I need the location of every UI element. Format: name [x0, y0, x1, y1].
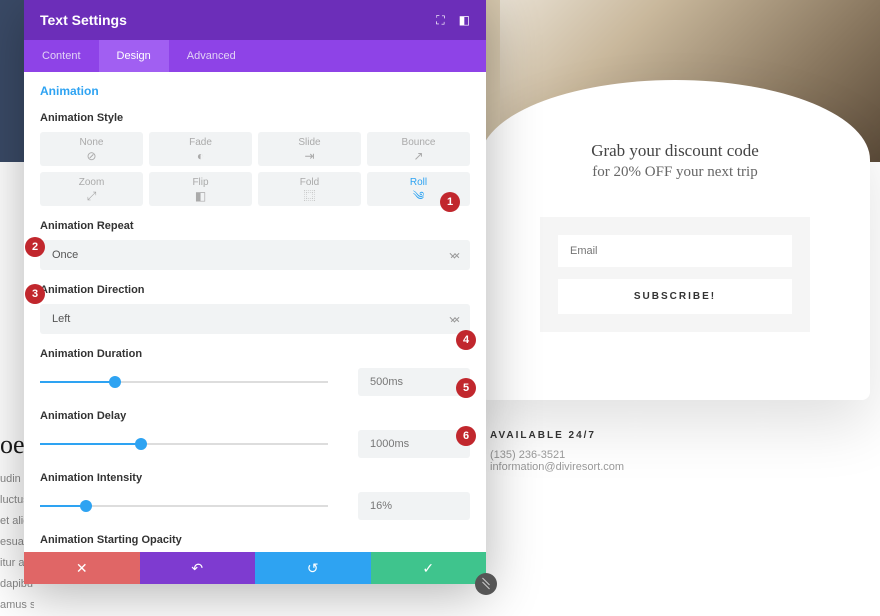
style-none[interactable]: None⊘ [40, 132, 143, 166]
delay-slider[interactable] [40, 436, 328, 452]
direction-select[interactable]: Left [40, 304, 470, 334]
animation-style-grid: None⊘ Fade◐ Slide⇥ Bounce↗ Zoom⤢ Flip◧ F… [40, 132, 470, 206]
label-style: Animation Style [40, 112, 470, 124]
label-duration: Animation Duration [40, 348, 470, 360]
style-slide[interactable]: Slide⇥ [258, 132, 361, 166]
flip-icon: ◧ [195, 190, 206, 202]
style-fade[interactable]: Fade◐ [149, 132, 252, 166]
label-opacity: Animation Starting Opacity [40, 534, 470, 546]
redo-button[interactable]: ↺ [255, 552, 371, 584]
duration-slider[interactable] [40, 374, 328, 390]
repeat-select[interactable]: Once [40, 240, 470, 270]
tabs: Content Design Advanced [24, 40, 486, 72]
slide-icon: ⇥ [304, 150, 314, 162]
panel-header[interactable]: Text Settings ⛶ ◧ [24, 0, 486, 40]
settings-panel: Text Settings ⛶ ◧ Content Design Advance… [24, 0, 486, 584]
intensity-slider[interactable] [40, 498, 328, 514]
tab-advanced[interactable]: Advanced [169, 40, 254, 72]
callout-1: 1 [440, 192, 460, 212]
contact-phone: (135) 236-3521 [490, 449, 624, 461]
fold-icon: ⿴ [303, 190, 315, 202]
resize-handle-icon[interactable] [475, 573, 497, 595]
contact-email: information@diviresort.com [490, 461, 624, 473]
callout-4: 4 [456, 330, 476, 350]
delay-value[interactable]: 1000ms [358, 430, 470, 458]
style-fold[interactable]: Fold⿴ [258, 172, 361, 206]
callout-3: 3 [25, 284, 45, 304]
fade-icon: ◐ [197, 150, 204, 162]
style-bounce[interactable]: Bounce↗ [367, 132, 470, 166]
panel-footer: ✕ ↶ ↺ ✓ [24, 552, 486, 584]
bounce-icon: ↗ [413, 150, 423, 162]
tab-content[interactable]: Content [24, 40, 99, 72]
discount-card: Grab your discount code for 20% OFF your… [480, 80, 870, 400]
card-subtitle: for 20% OFF your next trip [520, 164, 830, 181]
confirm-button[interactable]: ✓ [371, 552, 487, 584]
callout-6: 6 [456, 426, 476, 446]
label-repeat: Animation Repeat [40, 220, 470, 232]
panel-title: Text Settings [40, 12, 127, 28]
tab-design[interactable]: Design [99, 40, 169, 72]
snap-icon[interactable]: ◧ [459, 13, 470, 28]
zoom-icon: ⤢ [87, 190, 97, 202]
intensity-value[interactable]: 16% [358, 492, 470, 520]
label-intensity: Animation Intensity [40, 472, 470, 484]
expand-icon[interactable]: ⛶ [436, 13, 444, 28]
subscribe-button[interactable]: SUBSCRIBE! [558, 279, 792, 314]
style-flip[interactable]: Flip◧ [149, 172, 252, 206]
callout-2: 2 [25, 237, 45, 257]
label-direction: Animation Direction [40, 284, 470, 296]
card-title: Grab your discount code [520, 140, 830, 162]
panel-body: Animation Animation Style None⊘ Fade◐ Sl… [24, 72, 486, 552]
email-field[interactable] [558, 235, 792, 267]
subscribe-form: SUBSCRIBE! [540, 217, 810, 332]
style-zoom[interactable]: Zoom⤢ [40, 172, 143, 206]
duration-value[interactable]: 500ms [358, 368, 470, 396]
contact-info: AVAILABLE 24/7 (135) 236-3521 informatio… [490, 430, 624, 473]
undo-button[interactable]: ↶ [140, 552, 256, 584]
roll-icon: ༄ [413, 190, 424, 202]
section-animation[interactable]: Animation [40, 84, 470, 98]
label-delay: Animation Delay [40, 410, 470, 422]
contact-heading: AVAILABLE 24/7 [490, 430, 624, 441]
callout-5: 5 [456, 378, 476, 398]
none-icon: ⊘ [86, 150, 96, 162]
cancel-button[interactable]: ✕ [24, 552, 140, 584]
